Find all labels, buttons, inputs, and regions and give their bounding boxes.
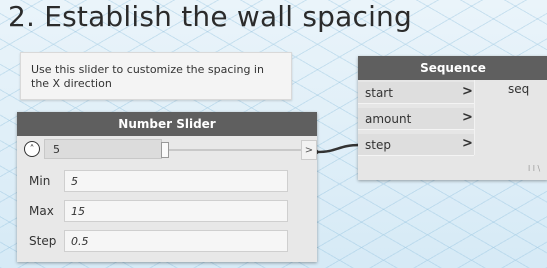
node-header[interactable]: Number Slider bbox=[17, 112, 317, 136]
port-label: start bbox=[365, 86, 393, 100]
slider-thumb[interactable] bbox=[161, 142, 169, 158]
slider-track[interactable] bbox=[167, 149, 307, 151]
lacing-indicator[interactable]: l l \ bbox=[528, 164, 540, 173]
step-row: Step 0.5 bbox=[17, 228, 317, 254]
number-slider-node[interactable]: Number Slider ˄ 5 > Min 5 Max 15 Step 0.… bbox=[17, 112, 317, 262]
output-port-seq[interactable]: seq bbox=[508, 82, 529, 96]
max-input[interactable]: 15 bbox=[64, 200, 288, 222]
port-label: step bbox=[365, 138, 391, 152]
collapse-icon[interactable]: ˄ bbox=[24, 141, 40, 157]
output-port[interactable]: > bbox=[301, 140, 317, 160]
slider-row: ˄ 5 > bbox=[17, 138, 317, 162]
input-port-start[interactable]: start > bbox=[358, 82, 474, 104]
divider bbox=[474, 80, 475, 155]
input-port-step[interactable]: step > bbox=[358, 134, 474, 156]
slider-value-input[interactable]: 5 bbox=[44, 139, 162, 159]
chevron-right-icon: > bbox=[462, 136, 473, 151]
min-input[interactable]: 5 bbox=[64, 170, 288, 192]
min-row: Min 5 bbox=[17, 168, 317, 194]
max-row: Max 15 bbox=[17, 198, 317, 224]
sequence-node[interactable]: Sequence start > amount > step > bbox=[358, 56, 547, 180]
input-port-amount[interactable]: amount > bbox=[358, 108, 474, 130]
max-label: Max bbox=[29, 204, 54, 218]
chevron-right-icon: > bbox=[462, 84, 473, 99]
step-input[interactable]: 0.5 bbox=[64, 230, 288, 252]
chevron-right-icon: > bbox=[462, 110, 473, 125]
port-label: amount bbox=[365, 112, 412, 126]
min-label: Min bbox=[29, 174, 51, 188]
step-label: Step bbox=[29, 234, 57, 248]
node-header[interactable]: Sequence bbox=[358, 56, 547, 80]
